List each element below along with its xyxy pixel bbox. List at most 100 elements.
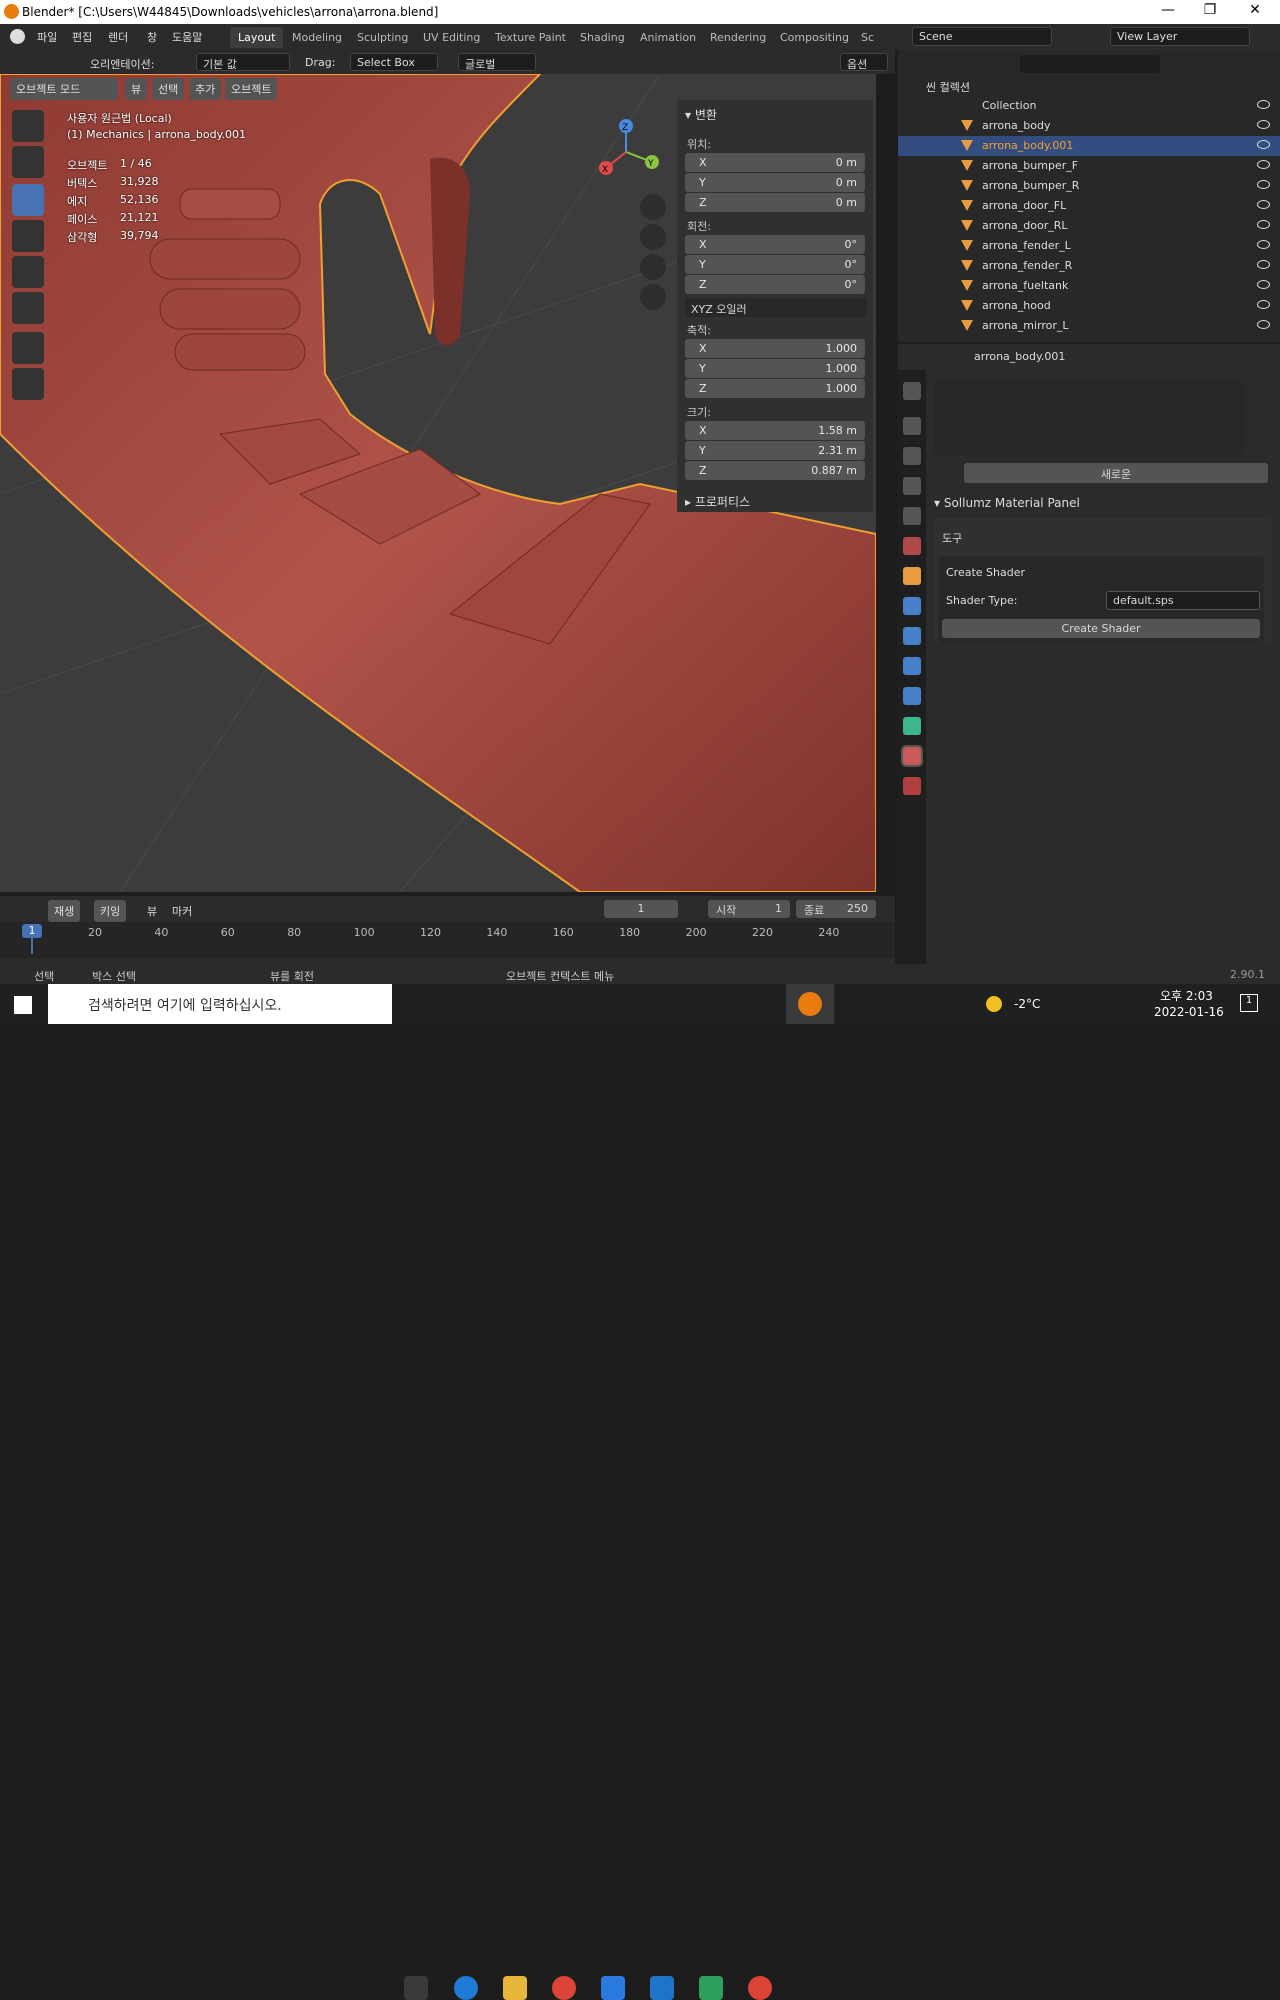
transform-orientation-dropdown[interactable]: 글로벌 [458,53,536,71]
menu-edit[interactable]: 편집 [72,29,92,45]
taskbar-search-input[interactable]: 검색하려면 여기에 입력하십시오. [48,984,392,1024]
blender-menu-icon[interactable] [10,29,25,44]
blender-taskbar-button[interactable] [786,984,834,1024]
tab-layout[interactable]: Layout [230,27,284,48]
windows-start-icon[interactable] [14,996,32,1014]
location-x-field[interactable]: X0 m [685,153,865,172]
menu-render[interactable]: 렌더 [108,29,128,45]
material-tab-icon[interactable] [901,745,923,767]
annotate-tool-button[interactable] [12,332,44,364]
visibility-eye-icon[interactable] [1257,160,1270,169]
shader-type-dropdown[interactable]: default.sps [1106,591,1260,610]
select-box-tool-button[interactable] [12,110,44,142]
outliner-item[interactable]: arrona_door_RL [898,216,1280,236]
pan-hand-icon[interactable] [640,224,666,250]
texture-tab-icon[interactable] [903,777,921,795]
view-layer-selector[interactable]: View Layer [1110,27,1250,46]
task-view-icon[interactable] [404,1976,428,2000]
tab-shading[interactable]: Shading [572,27,633,48]
sollumz-panel-header[interactable]: ▾ Sollumz Material Panel [934,496,1080,510]
scale-tool-button[interactable] [12,256,44,288]
outliner-item[interactable]: arrona_door_FL [898,196,1280,216]
scene-selector[interactable]: Scene [912,27,1052,46]
scene-tab-icon[interactable] [903,507,921,525]
menu-view[interactable]: 뷰 [125,78,148,100]
physics-tab-icon[interactable] [903,657,921,675]
store-icon[interactable] [601,1976,625,2000]
visibility-eye-icon[interactable] [1257,280,1270,289]
orientation-dropdown[interactable]: 기본 값 [196,53,290,71]
constraints-tab-icon[interactable] [903,687,921,705]
grid-view-icon[interactable] [640,284,666,310]
visibility-eye-icon[interactable] [1257,180,1270,189]
end-frame-field[interactable]: 종료 250 [796,900,876,918]
scale-x-field[interactable]: X 1.000 [685,339,865,358]
scale-z-field[interactable]: Z 1.000 [685,379,865,398]
camera-icon[interactable] [640,254,666,280]
navigation-gizmo[interactable]: Z Y X [590,114,670,184]
new-material-button[interactable]: 새로운 [964,463,1268,483]
tab-overflow[interactable]: Sc [853,27,882,48]
collection-row[interactable]: Collection [898,96,1280,116]
tab-uv-editing[interactable]: UV Editing [415,27,488,48]
file-explorer-icon[interactable] [503,1976,527,2000]
particles-tab-icon[interactable] [903,627,921,645]
material-slot-list[interactable] [934,380,1244,456]
visibility-eye-icon[interactable] [1257,140,1270,149]
menu-file[interactable]: 파일 [37,29,57,45]
visibility-eye-icon[interactable] [1257,260,1270,269]
zoom-icon[interactable] [640,194,666,220]
outliner-item[interactable]: arrona_body.001 [898,136,1280,156]
outliner-item[interactable]: arrona_fueltank [898,276,1280,296]
transform-tool-button[interactable] [12,292,44,324]
playback-menu[interactable]: 재생 [48,900,81,922]
outliner-search-input[interactable] [1020,55,1160,73]
rotation-mode-dropdown[interactable]: XYZ 오일러 [685,298,867,317]
location-z-field[interactable]: Z0 m [685,193,865,212]
tab-sculpting[interactable]: Sculpting [349,27,416,48]
outliner-item[interactable]: arrona_fender_R [898,256,1280,276]
menu-select[interactable]: 선택 [152,78,185,100]
chrome-icon[interactable] [552,1976,576,2000]
start-frame-field[interactable]: 시작 1 [708,900,790,918]
dimensions-x-field[interactable]: X 1.58 m [685,421,865,440]
maximize-button[interactable]: ❐ [1190,2,1230,18]
options-dropdown[interactable]: 옵션 [840,53,888,71]
cursor-tool-button[interactable] [12,146,44,178]
menu-add[interactable]: 추가 [189,78,222,100]
keying-menu[interactable]: 키잉 [94,900,127,922]
rotation-y-field[interactable]: Y 0° [685,255,865,274]
modifier-tab-icon[interactable] [903,597,921,615]
rotate-tool-button[interactable] [12,220,44,252]
minimize-button[interactable]: — [1148,2,1188,18]
current-frame-field[interactable]: 1 [604,900,678,918]
visibility-eye-icon[interactable] [1257,220,1270,229]
create-shader-button[interactable]: Create Shader [942,619,1260,638]
transform-panel-header[interactable]: ▾ 변환 [685,106,717,123]
view-layer-tab-icon[interactable] [903,477,921,495]
visibility-eye-icon[interactable] [1257,120,1270,129]
tab-rendering[interactable]: Rendering [702,27,774,48]
visibility-eye-icon[interactable] [1257,300,1270,309]
timeline-view-menu[interactable]: 뷰 [147,903,157,919]
render-tab-icon[interactable] [903,417,921,435]
output-tab-icon[interactable] [903,447,921,465]
drag-dropdown[interactable]: Select Box [350,53,438,71]
world-tab-icon[interactable] [903,537,921,555]
menu-object[interactable]: 오브젝트 [225,78,278,100]
mode-dropdown[interactable]: 오브젝트 모드 [10,78,118,100]
timeline-marker-menu[interactable]: 마커 [172,903,192,919]
menu-window[interactable]: 창 [147,29,157,45]
rotation-z-field[interactable]: Z 0° [685,275,865,294]
measure-tool-button[interactable] [12,368,44,400]
tab-compositing[interactable]: Compositing [772,27,857,48]
chrome-icon-2[interactable] [748,1976,772,2000]
scale-y-field[interactable]: Y 1.000 [685,359,865,378]
tab-texture-paint[interactable]: Texture Paint [487,27,574,48]
object-tab-icon[interactable] [903,567,921,585]
dimensions-y-field[interactable]: Y 2.31 m [685,441,865,460]
menu-help[interactable]: 도움말 [172,29,202,45]
timeline-ruler[interactable]: 20 40 60 80 100 120 140 160 180 200 220 240 1 [0,922,895,958]
outliner-item[interactable]: arrona_hood [898,296,1280,316]
rotation-x-field[interactable]: X 0° [685,235,865,254]
